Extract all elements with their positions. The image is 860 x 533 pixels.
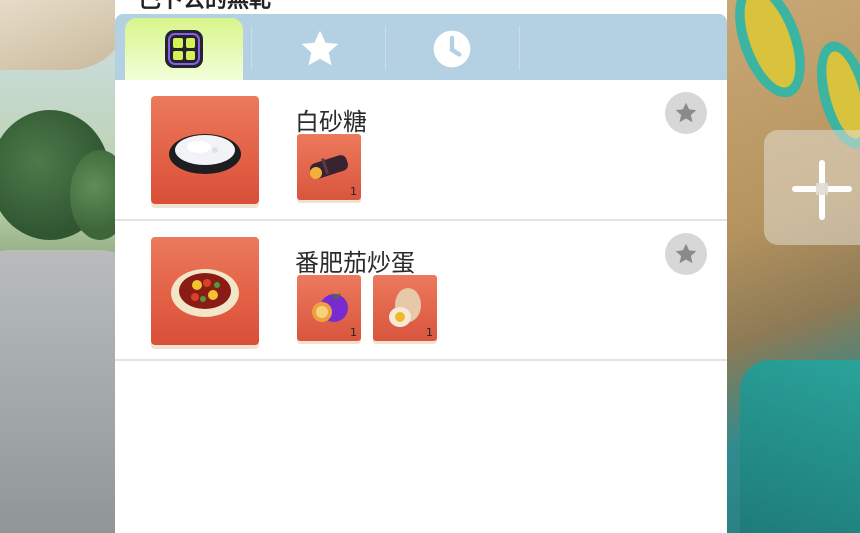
ingredient-slot[interactable]: 1	[373, 275, 437, 341]
background-roof	[0, 0, 130, 70]
tab-divider	[251, 26, 252, 70]
star-icon	[675, 243, 697, 264]
ingredient-qty: 1	[426, 326, 433, 339]
ingredient-slot[interactable]: 1	[297, 275, 361, 341]
favorite-button[interactable]	[665, 233, 707, 275]
tab-all[interactable]	[125, 18, 243, 80]
tab-bar	[115, 14, 727, 80]
recipe-row[interactable]: 白砂糖 1	[115, 80, 727, 221]
ingredient-qty: 1	[350, 326, 357, 339]
tomato-icon	[312, 293, 348, 322]
recipe-name: 白砂糖	[295, 108, 367, 136]
ingredient-slot[interactable]: 1	[297, 134, 361, 200]
sugarcane-icon	[310, 155, 348, 179]
sugar-bowl-icon	[151, 96, 259, 204]
favorite-button[interactable]	[665, 92, 707, 134]
ingredient-list: 1	[297, 134, 361, 200]
clock-icon	[433, 30, 471, 68]
recipe-panel: 巴卜公的無軋 白砂糖 1 番肥茄炒蛋 1 1	[115, 0, 727, 533]
tab-favorites[interactable]	[255, 18, 385, 80]
category-grid-icon	[165, 30, 203, 68]
ingredient-qty: 1	[350, 185, 357, 198]
tomato-egg-plate-icon	[151, 237, 259, 345]
tab-divider	[519, 26, 520, 70]
egg-icon	[389, 288, 421, 327]
star-icon	[675, 102, 697, 123]
recipe-row[interactable]: 番肥茄炒蛋 1 1	[115, 221, 727, 361]
recipe-name: 番肥茄炒蛋	[295, 249, 415, 277]
background-cloth	[740, 360, 860, 533]
panel-title: 巴卜公的無軋	[139, 0, 272, 13]
ingredient-list: 1 1	[297, 275, 437, 341]
recipe-list: 白砂糖 1 番肥茄炒蛋 1 1	[115, 80, 727, 361]
tab-recent[interactable]	[387, 18, 517, 80]
star-icon	[301, 30, 339, 66]
tab-divider	[385, 26, 386, 70]
crosshair-button[interactable]	[764, 130, 860, 245]
